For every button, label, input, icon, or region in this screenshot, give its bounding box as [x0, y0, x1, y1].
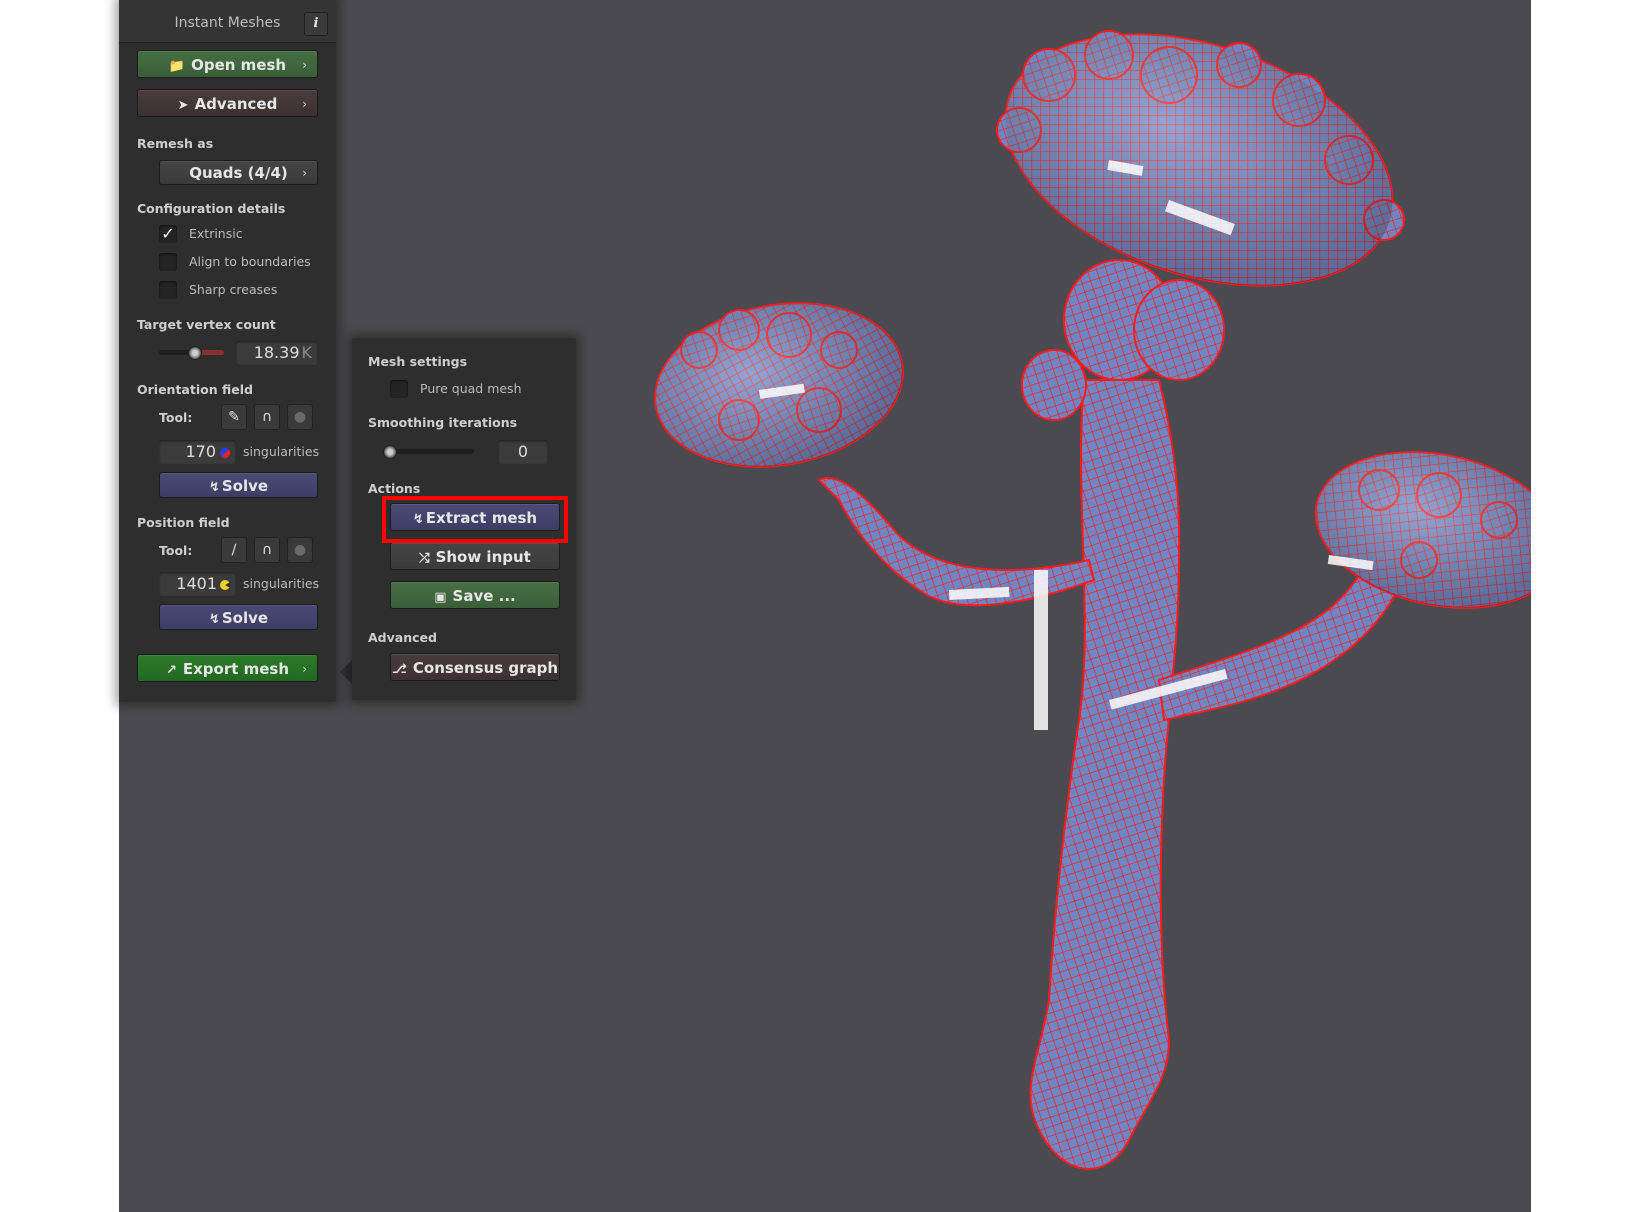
vertex-count-input[interactable]: 18.39 K: [236, 341, 318, 365]
export-mesh-button[interactable]: ↗ Export mesh ›: [137, 654, 318, 682]
smoothing-iterations-label: Smoothing iterations: [368, 415, 518, 430]
align-boundaries-checkbox[interactable]: [159, 253, 177, 271]
mesh-model: [654, 30, 1531, 1170]
target-vertex-count-label: Target vertex count: [137, 317, 276, 332]
ghost-tool-button[interactable]: ●: [287, 404, 313, 430]
orientation-solve-label: Solve: [221, 477, 269, 495]
remesh-as-label: Remesh as: [137, 136, 214, 151]
popup-pointer: [340, 660, 352, 684]
folder-icon: 📁: [168, 59, 186, 74]
comb-tool-button[interactable]: ✎: [221, 404, 247, 430]
consensus-graph-button[interactable]: ⎇ Consensus graph: [390, 653, 560, 681]
position-solve-label: Solve: [221, 609, 269, 627]
main-panel: Instant Meshes i 📁 Open mesh › ➤ Advanced …: [119, 0, 336, 702]
position-tool-label: Tool:: [159, 543, 193, 558]
shuffle-icon: ⤮: [419, 551, 430, 566]
ghost-tool-button[interactable]: ●: [287, 537, 313, 563]
lightning-icon: ↯: [208, 480, 220, 495]
consensus-graph-label: Consensus graph: [412, 659, 559, 677]
position-field-label: Position field: [137, 515, 230, 530]
sharp-creases-label: Sharp creases: [189, 282, 278, 297]
smoothing-iterations-input[interactable]: 0: [498, 440, 548, 464]
singularity-icon: [220, 447, 230, 458]
orientation-solve-button[interactable]: ↯ Solve: [159, 472, 318, 498]
panel-titlebar[interactable]: Instant Meshes i: [119, 0, 336, 43]
configuration-details-label: Configuration details: [137, 201, 286, 216]
pacman-singularity-icon: [220, 579, 230, 590]
export-icon: ↗: [165, 663, 177, 678]
position-singularities-value: 1401: [176, 574, 217, 593]
smoothing-iterations-value: 0: [517, 442, 529, 461]
chevron-right-icon: ›: [302, 662, 307, 676]
open-mesh-label: Open mesh: [191, 56, 287, 74]
graph-icon: ⎇: [391, 662, 407, 677]
position-singularities-label: singularities: [243, 576, 320, 591]
smoothing-slider-knob[interactable]: [383, 445, 397, 459]
chevron-right-icon: ›: [302, 97, 307, 111]
extrinsic-checkbox[interactable]: ✓: [159, 225, 177, 243]
floppy-disk-icon: ▣: [434, 590, 447, 605]
advanced-label: Advanced: [194, 95, 278, 113]
pure-quad-label: Pure quad mesh: [420, 381, 522, 396]
remesh-type-dropdown[interactable]: Quads (4/4) ›: [159, 160, 318, 185]
advanced-section-label: Advanced: [368, 630, 437, 645]
extrinsic-label: Extrinsic: [189, 226, 243, 241]
vertex-count-value: 18.39: [253, 343, 300, 362]
comb-icon: ✎: [228, 409, 240, 425]
position-solve-button[interactable]: ↯ Solve: [159, 604, 318, 630]
info-button[interactable]: i: [304, 12, 328, 36]
magnet-tool-button[interactable]: ∩: [254, 537, 280, 563]
ghost-icon: ●: [293, 409, 307, 425]
export-mesh-label: Export mesh: [182, 660, 290, 678]
pure-quad-checkbox[interactable]: [390, 380, 408, 398]
orientation-singularities-label: singularities: [243, 444, 320, 459]
position-singularities-box: 1401: [159, 572, 236, 596]
magnet-icon: ∩: [261, 409, 273, 425]
save-label: Save ...: [452, 587, 516, 605]
rocket-icon: ➤: [177, 98, 189, 113]
vertex-count-unit: K: [301, 343, 313, 362]
mesh-trunk: [1029, 379, 1181, 1170]
save-button[interactable]: ▣ Save ...: [390, 581, 560, 609]
open-mesh-button[interactable]: 📁 Open mesh ›: [137, 50, 318, 78]
align-boundaries-label: Align to boundaries: [189, 254, 311, 269]
show-input-label: Show input: [435, 548, 531, 566]
brush-tool-button[interactable]: ∕: [221, 537, 247, 563]
vertex-count-slider-knob[interactable]: [188, 346, 202, 360]
chevron-right-icon: ›: [302, 166, 307, 180]
advanced-button[interactable]: ➤ Advanced ›: [137, 89, 318, 117]
remesh-type-value: Quads (4/4): [189, 164, 288, 182]
orientation-field-label: Orientation field: [137, 382, 253, 397]
app-title: Instant Meshes: [174, 15, 281, 31]
magnet-tool-button[interactable]: ∩: [254, 404, 280, 430]
mesh-settings-label: Mesh settings: [368, 354, 468, 369]
orientation-singularities-value: 170: [185, 442, 216, 461]
brush-icon: ∕: [231, 542, 237, 558]
ghost-icon: ●: [293, 542, 307, 558]
extract-mesh-highlight: [382, 496, 568, 543]
magnet-icon: ∩: [261, 542, 273, 558]
mesh-branch-left: [817, 477, 1096, 607]
show-input-button[interactable]: ⤮ Show input: [390, 542, 560, 570]
chevron-right-icon: ›: [302, 58, 307, 72]
actions-label: Actions: [368, 481, 421, 496]
orientation-tool-label: Tool:: [159, 410, 193, 425]
lightning-icon: ↯: [208, 612, 220, 627]
orientation-singularities-box: 170: [159, 440, 236, 464]
sharp-creases-checkbox[interactable]: [159, 281, 177, 299]
